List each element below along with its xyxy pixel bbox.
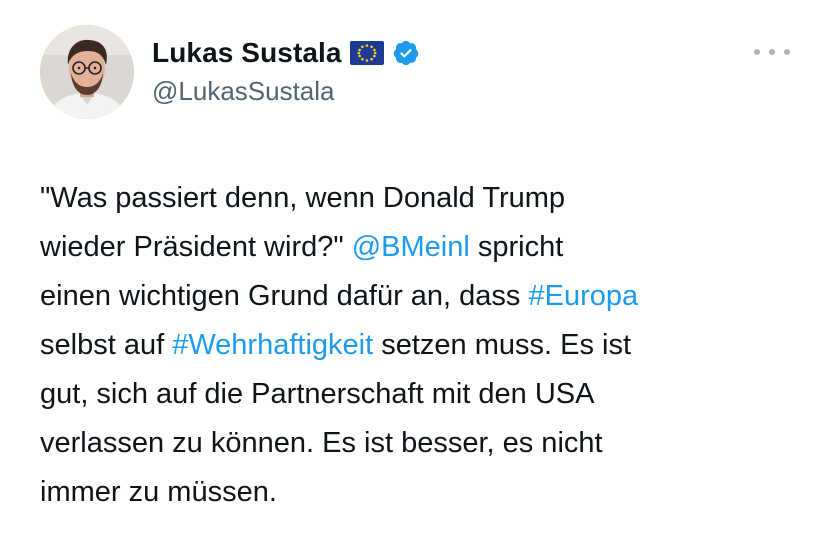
tweet-text-segment: selbst auf — [40, 329, 173, 361]
tweet-text-line: "Was passiert denn, wenn Donald Trump — [40, 174, 810, 223]
tweet-text-segment: setzen muss. Es ist — [373, 329, 632, 361]
tweet-text-segment: verlassen zu können. Es ist besser, es n… — [40, 427, 603, 459]
hashtag-link[interactable]: #Wehrhaftigkeit — [172, 329, 373, 361]
author-name-row: Lukas Sustala — [152, 36, 420, 70]
avatar[interactable] — [40, 25, 134, 119]
tweet-text-line: selbst auf #Wehrhaftigkeit setzen muss. … — [40, 321, 810, 370]
tweet-text: "Was passiert denn, wenn Donald Trump wie… — [40, 174, 810, 517]
more-options-icon — [784, 49, 790, 55]
verified-badge-icon[interactable] — [392, 39, 420, 67]
tweet-text-line: verlassen zu können. Es ist besser, es n… — [40, 419, 810, 468]
more-options-icon — [769, 49, 775, 55]
tweet-card: Lukas Sustala @LukasSustala "Was passier… — [0, 0, 828, 545]
tweet-text-segment: wieder Präsident wird?" — [40, 231, 352, 263]
tweet-text-segment: spricht — [469, 231, 564, 263]
avatar-photo — [40, 25, 134, 119]
tweet-text-line: einen wichtigen Grund dafür an, dass #Eu… — [40, 272, 810, 321]
author-handle[interactable]: @LukasSustala — [152, 76, 335, 107]
tweet-text-segment: immer zu müssen. — [40, 476, 277, 508]
tweet-text-segment: gut, sich auf die Partnerschaft mit den … — [40, 378, 595, 410]
tweet-text-segment: "Was passiert denn, wenn Donald Trump — [40, 182, 566, 214]
tweet-text-line: immer zu müssen. — [40, 468, 810, 517]
tweet-text-line: wieder Präsident wird?" @BMeinl spricht — [40, 223, 810, 272]
mention-link[interactable]: @BMeinl — [352, 231, 470, 263]
tweet-text-line: gut, sich auf die Partnerschaft mit den … — [40, 370, 810, 419]
more-options-button[interactable] — [754, 44, 790, 60]
tweet-text-segment: einen wichtigen Grund dafür an, dass — [40, 280, 529, 312]
author-display-name[interactable]: Lukas Sustala — [152, 37, 342, 69]
more-options-icon — [754, 49, 760, 55]
eu-flag-icon — [349, 41, 384, 65]
hashtag-link[interactable]: #Europa — [528, 280, 638, 312]
